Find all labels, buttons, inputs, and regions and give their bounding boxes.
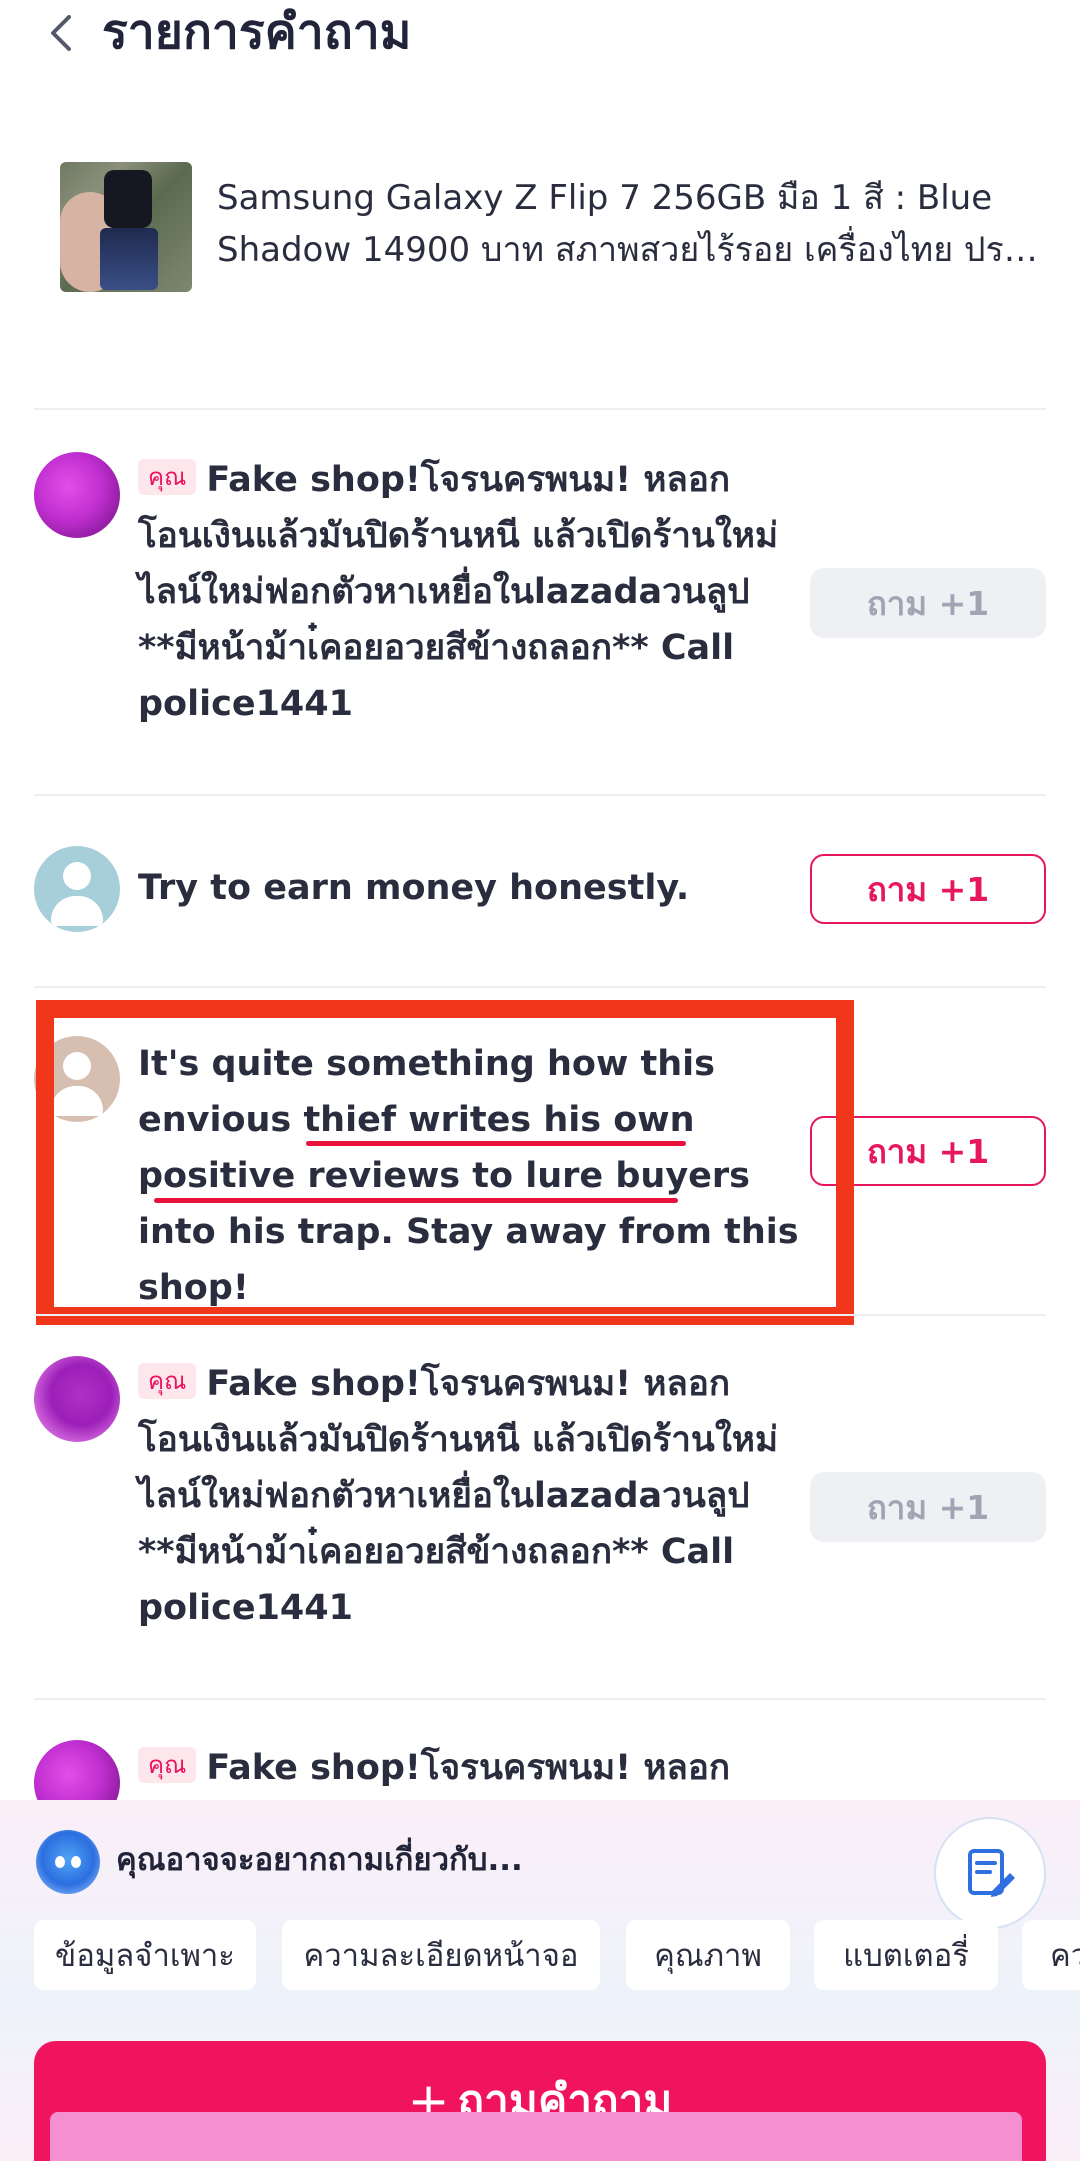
- header: รายการคำถาม: [0, 0, 1080, 70]
- edit-question-button[interactable]: [934, 1817, 1046, 1929]
- avatar: [34, 846, 120, 932]
- suggestion-chip[interactable]: คว: [1022, 1920, 1080, 1990]
- ask-plus-one-button[interactable]: ถาม +1: [810, 854, 1046, 924]
- question-text: คุณ Fake shop!โจรนครพนม! หลอก โอนเงินแล้ว…: [138, 1356, 798, 1636]
- divider: [34, 1314, 1046, 1316]
- chevron-left-icon: [51, 15, 71, 51]
- avatar: [34, 1740, 120, 1800]
- question-body: Fake shop!โจรนครพนม! หลอก โอนเงินแล้วมัน…: [138, 1364, 779, 1628]
- avatar: [34, 452, 120, 538]
- underline-annotation: [306, 1141, 686, 1146]
- question-body: Fake shop!โจรนครพนม! หลอก โอนเงินแล้วมัน…: [138, 460, 779, 724]
- you-badge: คุณ: [138, 459, 197, 495]
- ask-plus-one-button[interactable]: ถาม +1: [810, 568, 1046, 638]
- you-badge: คุณ: [138, 1363, 197, 1399]
- bottom-bar: [50, 2112, 1022, 2161]
- product-summary[interactable]: Samsung Galaxy Z Flip 7 256GB มือ 1 สี :…: [60, 160, 1040, 295]
- divider: [34, 794, 1046, 796]
- assistant-bot-icon: [36, 1830, 100, 1894]
- divider: [34, 1698, 1046, 1700]
- edit-note-icon: [968, 1849, 1015, 1897]
- question-item: คุณ Fake shop!โจรนครพนม! หลอก โอนเงินแล้ว…: [34, 452, 1046, 752]
- divider: [34, 408, 1046, 410]
- product-thumbnail: [60, 162, 192, 292]
- highlight-annotation-box: [36, 1000, 854, 1325]
- product-title: Samsung Galaxy Z Flip 7 256GB มือ 1 สี :…: [217, 178, 1023, 270]
- ask-plus-one-button[interactable]: ถาม +1: [810, 1472, 1046, 1542]
- question-body: Fake shop!โจรนครพนม! หลอก โอน: [206, 1748, 731, 1788]
- divider: [34, 986, 1046, 988]
- suggestion-chip[interactable]: แบตเตอรี่: [814, 1920, 998, 1990]
- back-button[interactable]: [40, 8, 80, 58]
- page-title: รายการคำถาม: [102, 4, 412, 60]
- question-item: คุณFake shop!โจรนครพนม! หลอก โอน: [34, 1740, 1046, 1800]
- question-text: คุณ Fake shop!โจรนครพนม! หลอก โอนเงินแล้ว…: [138, 452, 798, 732]
- suggestion-chip[interactable]: ความละเอียดหน้าจอ: [282, 1920, 600, 1990]
- question-item: คุณ Fake shop!โจรนครพนม! หลอก โอนเงินแล้ว…: [34, 1356, 1046, 1656]
- suggestion-label: คุณอาจจะอยากถามเกี่ยวกับ...: [116, 1842, 523, 1878]
- question-text: Try to earn money honestly.: [138, 868, 690, 908]
- underline-annotation: [154, 1198, 678, 1203]
- suggestion-chip[interactable]: ข้อมูลจำเพาะ: [34, 1920, 256, 1990]
- question-item: Try to earn money honestly. ถาม +1: [34, 846, 1046, 936]
- you-badge: คุณ: [138, 1747, 197, 1783]
- avatar: [34, 1356, 120, 1442]
- question-text: คุณFake shop!โจรนครพนม! หลอก โอน: [138, 1740, 798, 1800]
- suggestion-chip[interactable]: คุณภาพ: [626, 1920, 790, 1990]
